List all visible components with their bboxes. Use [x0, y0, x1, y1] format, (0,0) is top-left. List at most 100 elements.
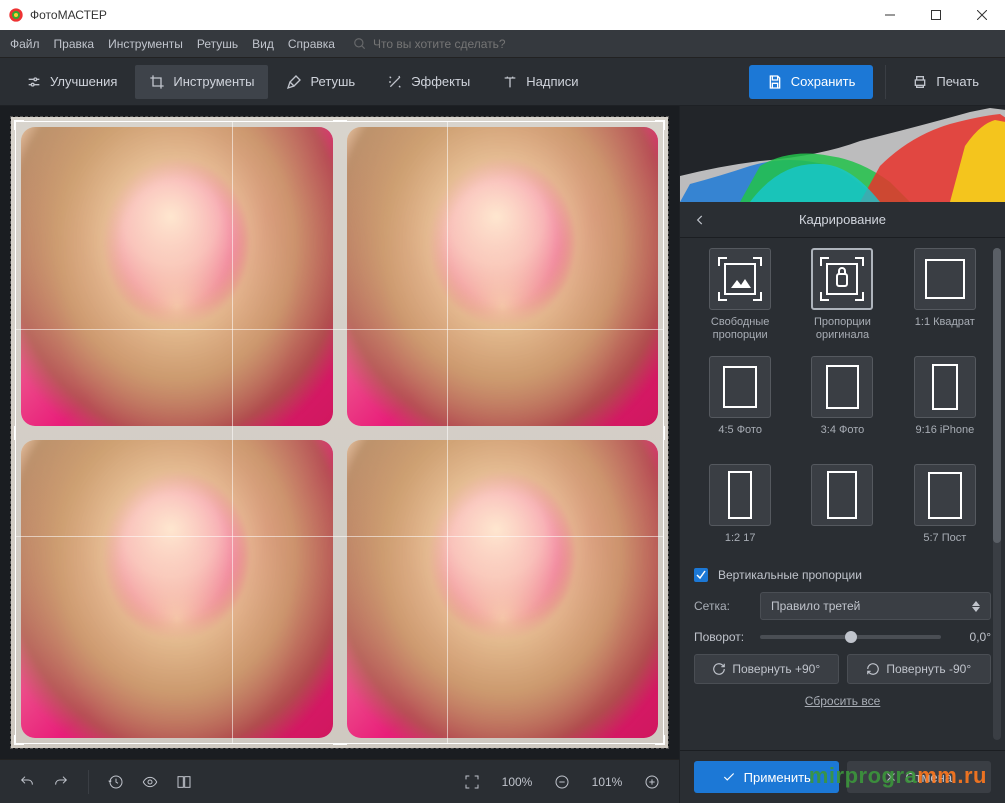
preset-label: 9:16 iPhone — [915, 424, 974, 450]
save-button-label: Сохранить — [791, 74, 856, 89]
preset-square[interactable]: 1:1 Квадрат — [899, 248, 991, 342]
panel-header: Кадрирование — [680, 202, 1005, 238]
redo-button[interactable] — [48, 769, 74, 795]
preset-label: 4:5 Фото — [718, 424, 762, 450]
rotate-ccw-icon — [866, 662, 880, 676]
scrollbar-thumb[interactable] — [993, 248, 1001, 543]
grid-line — [16, 536, 663, 537]
brush-icon — [286, 74, 302, 90]
image-canvas[interactable] — [10, 116, 669, 749]
title-bar: ФотоМАСТЕР — [0, 0, 1005, 30]
rotate-cw-icon — [712, 662, 726, 676]
crop-handle[interactable] — [333, 735, 347, 745]
cancel-button[interactable]: Отмена — [847, 761, 992, 793]
history-button[interactable] — [103, 769, 129, 795]
compare-button[interactable] — [171, 769, 197, 795]
preset-3-4[interactable]: 3:4 Фото — [796, 356, 888, 450]
print-button[interactable]: Печать — [898, 65, 993, 99]
cancel-button-label: Отмена — [905, 770, 952, 785]
slider-knob[interactable] — [845, 631, 857, 643]
rotate-ccw-label: Повернуть -90° — [886, 662, 971, 676]
tab-tools[interactable]: Инструменты — [135, 65, 268, 99]
zoom-in-button[interactable] — [639, 769, 665, 795]
grid-select-value: Правило третей — [771, 599, 860, 613]
preset-mid[interactable] — [796, 464, 888, 558]
tab-effects[interactable]: Эффекты — [373, 65, 484, 99]
preset-label: Свободные пропорции — [694, 316, 786, 342]
apply-button-label: Применить — [744, 770, 811, 785]
minimize-button[interactable] — [867, 0, 913, 30]
rotate-cw-label: Повернуть +90° — [732, 662, 820, 676]
grid-line — [16, 329, 663, 330]
histogram — [680, 106, 1005, 202]
preset-1-2[interactable]: 1:2 17 — [694, 464, 786, 558]
tab-enhance[interactable]: Улучшения — [12, 65, 131, 99]
back-button[interactable] — [690, 210, 710, 230]
separator — [88, 770, 89, 794]
menu-help[interactable]: Справка — [288, 37, 335, 51]
menu-bar: Файл Правка Инструменты Ретушь Вид Справ… — [0, 30, 1005, 58]
text-icon — [502, 74, 518, 90]
tab-captions-label: Надписи — [526, 74, 578, 89]
grid-select[interactable]: Правило третей — [760, 592, 991, 620]
grid-line — [232, 122, 233, 743]
preview-toggle-button[interactable] — [137, 769, 163, 795]
preset-5-7[interactable]: 5:7 Пост — [899, 464, 991, 558]
save-button[interactable]: Сохранить — [749, 65, 874, 99]
menu-file[interactable]: Файл — [10, 37, 40, 51]
preset-9-16[interactable]: 9:16 iPhone — [899, 356, 991, 450]
menu-tools[interactable]: Инструменты — [108, 37, 183, 51]
x-icon — [885, 771, 897, 783]
preset-original[interactable]: Пропорции оригинала — [796, 248, 888, 342]
crop-outline[interactable] — [15, 121, 664, 744]
preset-label: 1:2 17 — [725, 532, 756, 558]
menu-view[interactable]: Вид — [252, 37, 274, 51]
apply-button[interactable]: Применить — [694, 761, 839, 793]
search-input[interactable] — [373, 37, 573, 51]
tab-retouch-label: Ретушь — [310, 74, 355, 89]
zoom-fit-value: 100% — [493, 775, 541, 789]
tab-retouch[interactable]: Ретушь — [272, 65, 369, 99]
crop-handle[interactable] — [655, 735, 665, 745]
rotation-slider[interactable] — [760, 635, 941, 639]
grid-row: Сетка: Правило третей — [694, 592, 991, 620]
crop-handle[interactable] — [655, 120, 665, 130]
grid-label: Сетка: — [694, 599, 750, 613]
zoom-actual-value: 101% — [583, 775, 631, 789]
crop-handle[interactable] — [14, 120, 24, 130]
rotation-row: Поворот: 0,0° — [694, 630, 991, 644]
rotation-value: 0,0° — [951, 630, 991, 644]
preset-free[interactable]: Свободные пропорции — [694, 248, 786, 342]
fit-screen-button[interactable] — [459, 769, 485, 795]
zoom-out-button[interactable] — [549, 769, 575, 795]
tab-captions[interactable]: Надписи — [488, 65, 592, 99]
undo-button[interactable] — [14, 769, 40, 795]
panel-scrollbar[interactable] — [993, 248, 1001, 740]
crop-handle[interactable] — [655, 426, 665, 440]
rotate-ccw-button[interactable]: Повернуть -90° — [847, 654, 992, 684]
panel-body: Свободные пропорции Пропорции оригинала … — [680, 238, 1005, 750]
vertical-proportions-row: Вертикальные пропорции — [694, 568, 991, 582]
crop-handle[interactable] — [14, 735, 24, 745]
rotate-cw-button[interactable]: Повернуть +90° — [694, 654, 839, 684]
vertical-checkbox[interactable] — [694, 568, 708, 582]
crop-handle[interactable] — [333, 120, 347, 130]
app-logo-icon — [8, 7, 24, 23]
tab-enhance-label: Улучшения — [50, 74, 117, 89]
tab-tools-label: Инструменты — [173, 74, 254, 89]
menu-retouch[interactable]: Ретушь — [197, 37, 238, 51]
preset-label: 5:7 Пост — [923, 532, 966, 558]
canvas-bottom-bar: 100% 101% — [0, 759, 679, 803]
crop-handle[interactable] — [14, 426, 24, 440]
panel-title: Кадрирование — [799, 212, 886, 227]
reset-all-link[interactable]: Сбросить все — [694, 694, 991, 708]
close-button[interactable] — [959, 0, 1005, 30]
menu-edit[interactable]: Правка — [54, 37, 95, 51]
sliders-icon — [26, 74, 42, 90]
preset-label: 3:4 Фото — [821, 424, 865, 450]
preset-4-5[interactable]: 4:5 Фото — [694, 356, 786, 450]
check-icon — [722, 770, 736, 784]
maximize-button[interactable] — [913, 0, 959, 30]
rotation-label: Поворот: — [694, 630, 750, 644]
grid-line — [447, 122, 448, 743]
